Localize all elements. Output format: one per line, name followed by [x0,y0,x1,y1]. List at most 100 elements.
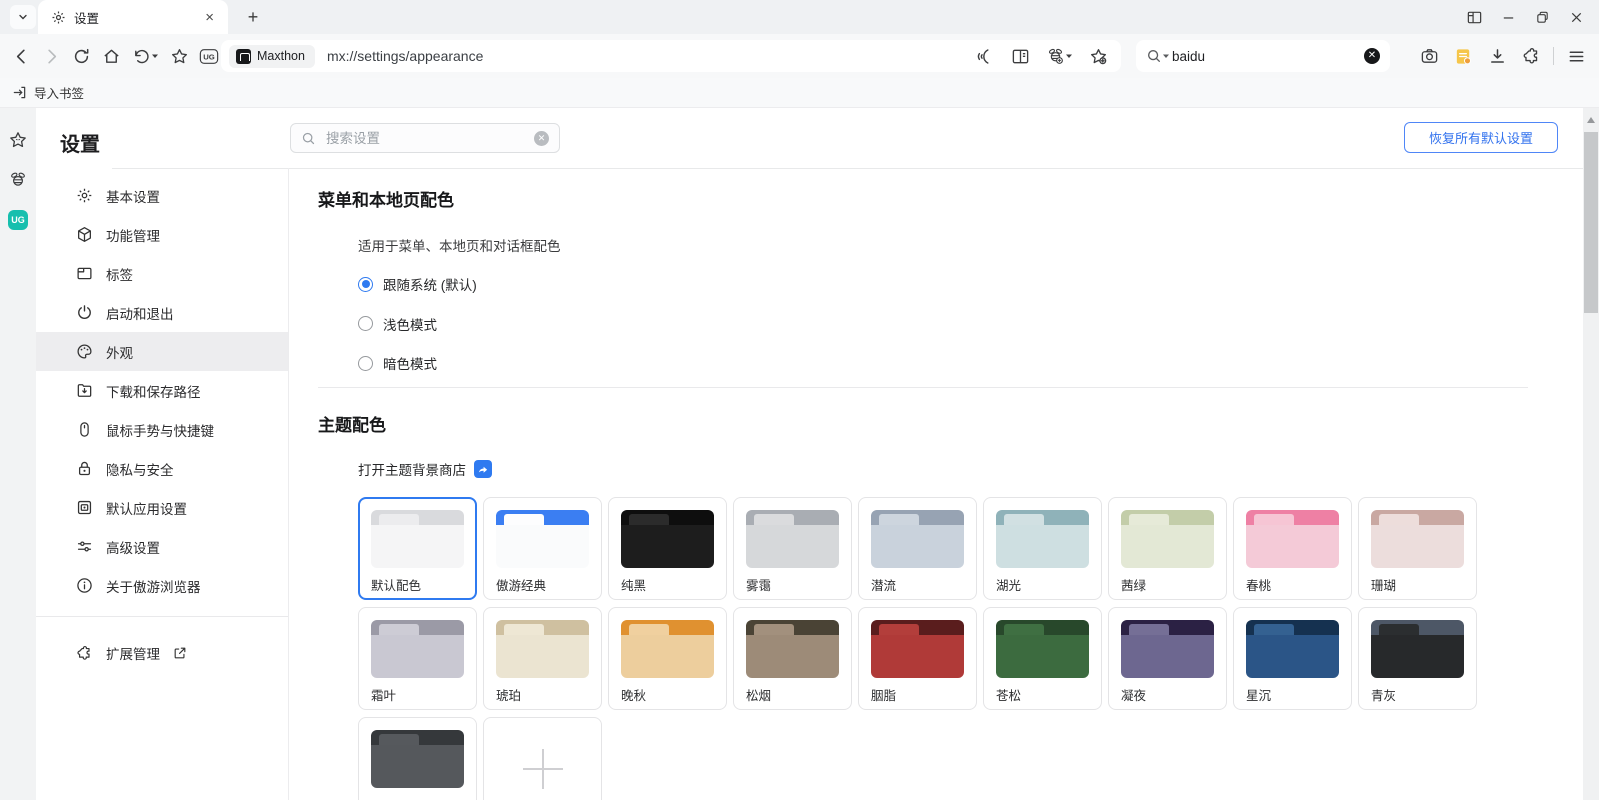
maxnote-button[interactable] [1448,41,1478,71]
sidebar-item-mouse[interactable]: 鼠标手势与快捷键 [36,410,288,449]
theme-preview [871,620,964,678]
theme-card[interactable]: 默认配色 [358,497,477,600]
settings-search-input[interactable] [324,130,526,147]
screenshot-camera-button[interactable] [1414,41,1444,71]
settings-search-box[interactable]: ✕ [290,123,560,153]
theme-preview [371,510,464,568]
theme-card[interactable]: 琥珀 [483,607,602,710]
theme-card[interactable]: 凝夜 [1108,607,1227,710]
ug-badge-button[interactable]: UG [194,41,224,71]
bookmarks-bar: 导入书签 [0,78,1599,108]
active-tab[interactable]: 设置 × [38,0,228,34]
sidebar-item-power[interactable]: 启动和退出 [36,293,288,332]
settings-menu: 基本设置 功能管理 标签 启动和退出 外观 下载和保存路径 鼠标手势与快捷键 隐… [36,176,288,605]
theme-card[interactable]: 青灰 [1358,607,1477,710]
sliders-icon [76,538,93,555]
sidebar-item-sliders[interactable]: 高级设置 [36,527,288,566]
theme-card[interactable]: 雾霭 [733,497,852,600]
import-bookmarks-link[interactable]: 导入书签 [34,83,84,102]
theme-card[interactable]: 珊瑚 [1358,497,1477,600]
theme-name: 凝夜 [1121,685,1214,704]
theme-card[interactable]: 春桃 [1233,497,1352,600]
clear-settings-search-icon[interactable]: ✕ [534,131,549,146]
theme-card[interactable]: 傲游经典 [483,497,602,600]
theme-card[interactable]: 胭脂 [858,607,977,710]
tab-close-icon[interactable]: × [201,8,218,27]
extensions-puzzle-button[interactable] [1516,41,1546,71]
restore-icon [1535,10,1550,25]
radio-label: 暗色模式 [383,353,437,373]
new-tab-button[interactable]: + [240,5,266,29]
theme-card[interactable]: 松烟 [733,607,852,710]
page-scrollbar[interactable] [1583,108,1599,800]
theme-card[interactable]: 晚秋 [608,607,727,710]
theme-card[interactable]: 霜叶 [358,607,477,710]
theme-name: 霜叶 [371,685,464,704]
color-mode-option[interactable]: 跟随系统 (默认) [358,274,477,294]
scrollbar-up-arrow[interactable] [1587,117,1595,123]
sidebar-item-folder-download[interactable]: 下载和保存路径 [36,371,288,410]
theme-card[interactable]: 星沉 [1233,607,1352,710]
tab-search-chevron-button[interactable] [10,5,36,29]
favorites-star-button[interactable] [164,41,194,71]
site-identity-chip[interactable]: Maxthon [229,45,315,68]
reset-all-defaults-button[interactable]: 恢复所有默认设置 [1404,122,1558,153]
undo-button[interactable] [126,41,164,71]
extensions-label: 扩展管理 [106,643,160,663]
theme-card[interactable]: 苍松 [983,607,1102,710]
theme-card[interactable]: 纯黑 [608,497,727,600]
theme-card[interactable]: 潜流 [858,497,977,600]
scrollbar-thumb[interactable] [1584,132,1598,313]
site-identity-label: Maxthon [257,49,305,63]
favorites-star-face-icon[interactable] [8,130,28,150]
color-mode-option[interactable]: 暗色模式 [358,353,437,373]
sidebar-item-default-app[interactable]: 默认应用设置 [36,488,288,527]
downloads-button[interactable] [1482,41,1512,71]
theme-preview [1121,510,1214,568]
undo-caret-icon [151,52,159,60]
theme-name: 琥珀 [496,685,589,704]
user-avatar[interactable]: UG [8,210,28,230]
theme-card[interactable]: 湖光 [983,497,1102,600]
sidebar-item-label: 高级设置 [106,537,160,557]
sidebar-item-palette[interactable]: 外观 [36,332,288,371]
sidebar-item-gear[interactable]: 基本设置 [36,176,288,215]
collect-caret-icon [1065,52,1073,60]
url-bar[interactable]: Maxthon mx://settings/appearance [221,40,1121,72]
bee-notes-icon[interactable] [8,170,28,190]
quick-search-input[interactable] [1170,48,1364,65]
sidebar-item-info[interactable]: 关于傲游浏览器 [36,566,288,605]
add-theme-card[interactable] [483,717,602,800]
theme-card[interactable] [358,717,477,800]
sidebar-item-lock[interactable]: 隐私与安全 [36,449,288,488]
home-button[interactable] [96,41,126,71]
minimize-button[interactable] [1491,0,1525,34]
radio-unselected-icon[interactable] [358,316,373,331]
close-window-button[interactable] [1559,0,1593,34]
open-theme-store-link[interactable]: 打开主题背景商店 [358,459,492,479]
gear-icon [76,187,93,204]
radio-selected-icon[interactable] [358,277,373,292]
workspace-layout-button[interactable] [1457,0,1491,34]
forward-button[interactable] [36,41,66,71]
main-menu-button[interactable] [1561,41,1591,71]
color-mode-option[interactable]: 浅色模式 [358,314,437,334]
reload-button[interactable] [66,41,96,71]
radio-unselected-icon[interactable] [358,356,373,371]
sidebar-item-extensions[interactable]: 扩展管理 [76,633,187,673]
search-engine-caret-icon[interactable] [1162,52,1170,60]
quick-search-box[interactable]: ✕ [1136,40,1390,72]
sidebar-item-cube[interactable]: 功能管理 [36,215,288,254]
add-bookmark-star-button[interactable] [1083,41,1113,71]
clear-search-icon[interactable]: ✕ [1364,48,1380,64]
sidebar-item-browser-tab[interactable]: 标签 [36,254,288,293]
back-button[interactable] [6,41,36,71]
reader-mode-button[interactable] [1005,41,1035,71]
read-aloud-button[interactable] [969,41,999,71]
collect-bee-button[interactable] [1041,41,1077,71]
theme-preview [371,730,464,788]
theme-card[interactable]: 茜绿 [1108,497,1227,600]
restore-button[interactable] [1525,0,1559,34]
theme-preview [496,510,589,568]
url-text[interactable]: mx://settings/appearance [327,48,969,64]
